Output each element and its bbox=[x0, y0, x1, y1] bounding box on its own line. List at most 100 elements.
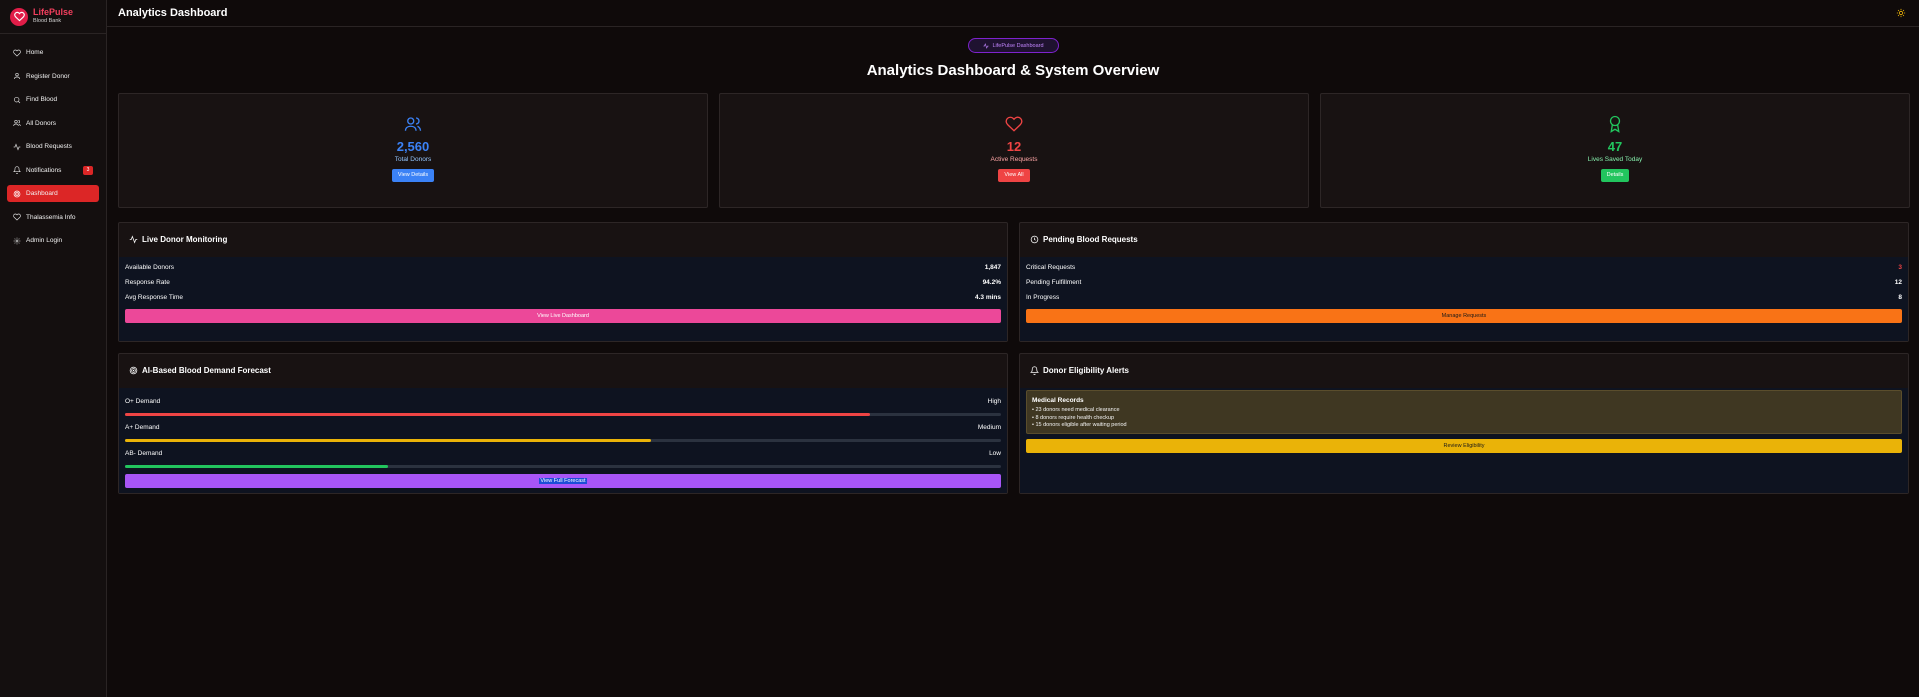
panel-body: Critical Requests 3 Pending Fulfillment 12… bbox=[1020, 257, 1908, 341]
sidebar-item-label: Register Donor bbox=[26, 72, 70, 80]
panel-body: O+ Demand High A+ Demand Medium AB- Demand… bbox=[119, 388, 1007, 493]
sidebar-item-label: Find Blood bbox=[26, 96, 58, 103]
clock-icon bbox=[1030, 235, 1039, 243]
pill-label: LifePulse Dashboard bbox=[992, 42, 1044, 49]
page-title: Analytics Dashboard bbox=[118, 7, 228, 19]
panel-body: Medical Records • 23 donors need medical… bbox=[1020, 388, 1908, 493]
sidebar-item-label: Notifications bbox=[26, 166, 62, 174]
logo-heart-icon bbox=[10, 7, 28, 26]
notification-count-badge: 3 bbox=[83, 165, 93, 175]
brand-name: LifePulse bbox=[33, 7, 74, 18]
activity-icon bbox=[129, 234, 138, 244]
brand-subtitle: Blood Bank bbox=[33, 18, 62, 25]
row-label: Critical Requests bbox=[1026, 264, 1076, 271]
users-icon bbox=[13, 120, 21, 127]
sidebar-item-register-donor[interactable]: Register Donor bbox=[7, 68, 99, 85]
user-icon bbox=[14, 73, 20, 80]
review-eligibility-button[interactable]: Review Eligibility bbox=[1026, 439, 1902, 453]
row-value: 12 bbox=[1894, 279, 1902, 286]
forecast-row: A+ Demand Medium bbox=[125, 424, 1001, 431]
bell-icon bbox=[13, 166, 21, 174]
panel-body: Available Donors 1,847 Response Rate 94.2%… bbox=[119, 257, 1007, 341]
panel-title: Live Donor Monitoring bbox=[142, 234, 228, 244]
sun-icon[interactable] bbox=[1896, 8, 1906, 18]
sidebar-item-all-donors[interactable]: All Donors bbox=[7, 115, 99, 132]
heart-icon bbox=[13, 213, 21, 221]
sidebar: LifePulse Blood Bank Home Register Donor… bbox=[0, 0, 107, 697]
sidebar-item-find-blood[interactable]: Find Blood bbox=[7, 91, 99, 108]
row-label: Pending Fulfillment bbox=[1026, 279, 1082, 286]
row-value: 8 bbox=[1898, 294, 1902, 301]
row-value: 1,847 bbox=[984, 264, 1001, 271]
alert-line: • 8 donors require health checkup bbox=[1032, 414, 1115, 421]
list-item: Available Donors 1,847 bbox=[125, 260, 1001, 275]
stat-value: 2,560 bbox=[396, 139, 430, 154]
panel-title: Pending Blood Requests bbox=[1043, 234, 1138, 244]
forecast-row: AB- Demand Low bbox=[125, 450, 1001, 457]
stat-value: 12 bbox=[1006, 139, 1022, 154]
view-all-button[interactable]: View All bbox=[998, 169, 1030, 182]
brand[interactable]: LifePulse Blood Bank bbox=[0, 0, 106, 34]
progress-track bbox=[125, 413, 1001, 416]
stat-label: Lives Saved Today bbox=[1587, 156, 1643, 163]
list-item: Response Rate 94.2% bbox=[125, 275, 1001, 290]
details-button[interactable]: Details bbox=[1600, 169, 1630, 182]
sidebar-item-label: Dashboard bbox=[26, 190, 58, 197]
sidebar-item-blood-requests[interactable]: Blood Requests bbox=[7, 138, 99, 155]
forecast-level: Low bbox=[989, 450, 1001, 457]
stat-value: 47 bbox=[1607, 139, 1623, 154]
demand-forecast-panel: AI-Based Blood Demand Forecast O+ Demand… bbox=[118, 353, 1008, 494]
forecast-label: AB- Demand bbox=[125, 450, 163, 457]
bell-icon bbox=[1030, 365, 1039, 375]
activity-icon bbox=[13, 142, 21, 151]
target-icon bbox=[13, 190, 21, 197]
button-label: View Full Forecast bbox=[539, 478, 587, 484]
progress-fill bbox=[125, 413, 870, 416]
target-icon bbox=[129, 366, 138, 374]
stat-card-active-requests: 12 Active Requests View All bbox=[719, 93, 1309, 208]
row-label: Response Rate bbox=[125, 279, 170, 286]
sidebar-item-label: Blood Requests bbox=[26, 143, 72, 150]
forecast-level: Medium bbox=[977, 424, 1001, 431]
row-label: In Progress bbox=[1026, 294, 1060, 301]
progress-track bbox=[125, 465, 1001, 468]
sidebar-nav: Home Register Donor Find Blood All Donor… bbox=[0, 34, 106, 249]
live-donor-monitoring-panel: Live Donor Monitoring Available Donors 1,… bbox=[118, 222, 1008, 342]
medical-records-alert: Medical Records • 23 donors need medical… bbox=[1026, 390, 1902, 434]
sidebar-item-dashboard[interactable]: Dashboard bbox=[7, 185, 99, 202]
forecast-level: High bbox=[987, 398, 1001, 405]
heart-icon bbox=[1005, 116, 1023, 132]
alert-title: Medical Records bbox=[1032, 397, 1084, 404]
stat-label: Active Requests bbox=[990, 156, 1038, 163]
view-details-button[interactable]: View Details bbox=[391, 169, 435, 182]
section-title: Analytics Dashboard & System Overview bbox=[866, 62, 1160, 79]
top-bar: Analytics Dashboard bbox=[107, 0, 1919, 27]
sidebar-item-notifications[interactable]: Notifications 3 bbox=[7, 162, 99, 179]
sidebar-item-thalassemia-info[interactable]: Thalassemia Info bbox=[7, 209, 99, 226]
search-icon bbox=[14, 96, 21, 103]
panel-title: Donor Eligibility Alerts bbox=[1043, 365, 1129, 375]
list-item: In Progress 8 bbox=[1026, 290, 1902, 305]
view-live-dashboard-button[interactable]: View Live Dashboard bbox=[125, 309, 1001, 323]
sidebar-item-label: Admin Login bbox=[26, 237, 63, 244]
sidebar-item-label: Home bbox=[26, 49, 44, 56]
panel-title: AI-Based Blood Demand Forecast bbox=[142, 365, 271, 375]
row-label: Available Donors bbox=[125, 264, 175, 271]
forecast-row: O+ Demand High bbox=[125, 398, 1001, 405]
progress-track bbox=[125, 439, 1001, 442]
row-value: 4.3 mins bbox=[974, 294, 1001, 301]
row-value: 3 bbox=[1898, 264, 1902, 271]
sidebar-item-label: Thalassemia Info bbox=[26, 213, 76, 221]
stat-card-total-donors: 2,560 Total Donors View Details bbox=[118, 93, 708, 208]
manage-requests-button[interactable]: Manage Requests bbox=[1026, 309, 1902, 323]
sidebar-item-home[interactable]: Home bbox=[7, 44, 99, 61]
pending-blood-requests-panel: Pending Blood Requests Critical Requests… bbox=[1019, 222, 1909, 342]
view-full-forecast-button[interactable]: View Full Forecast bbox=[125, 474, 1001, 488]
row-value: 94.2% bbox=[982, 279, 1001, 286]
alert-line: • 23 donors need medical clearance bbox=[1032, 407, 1120, 413]
forecast-label: O+ Demand bbox=[125, 398, 161, 405]
alert-line: • 15 donors eligible after waiting perio… bbox=[1032, 422, 1127, 428]
progress-fill bbox=[125, 465, 388, 468]
sidebar-item-admin-login[interactable]: Admin Login bbox=[7, 232, 99, 249]
forecast-label: A+ Demand bbox=[125, 424, 160, 431]
